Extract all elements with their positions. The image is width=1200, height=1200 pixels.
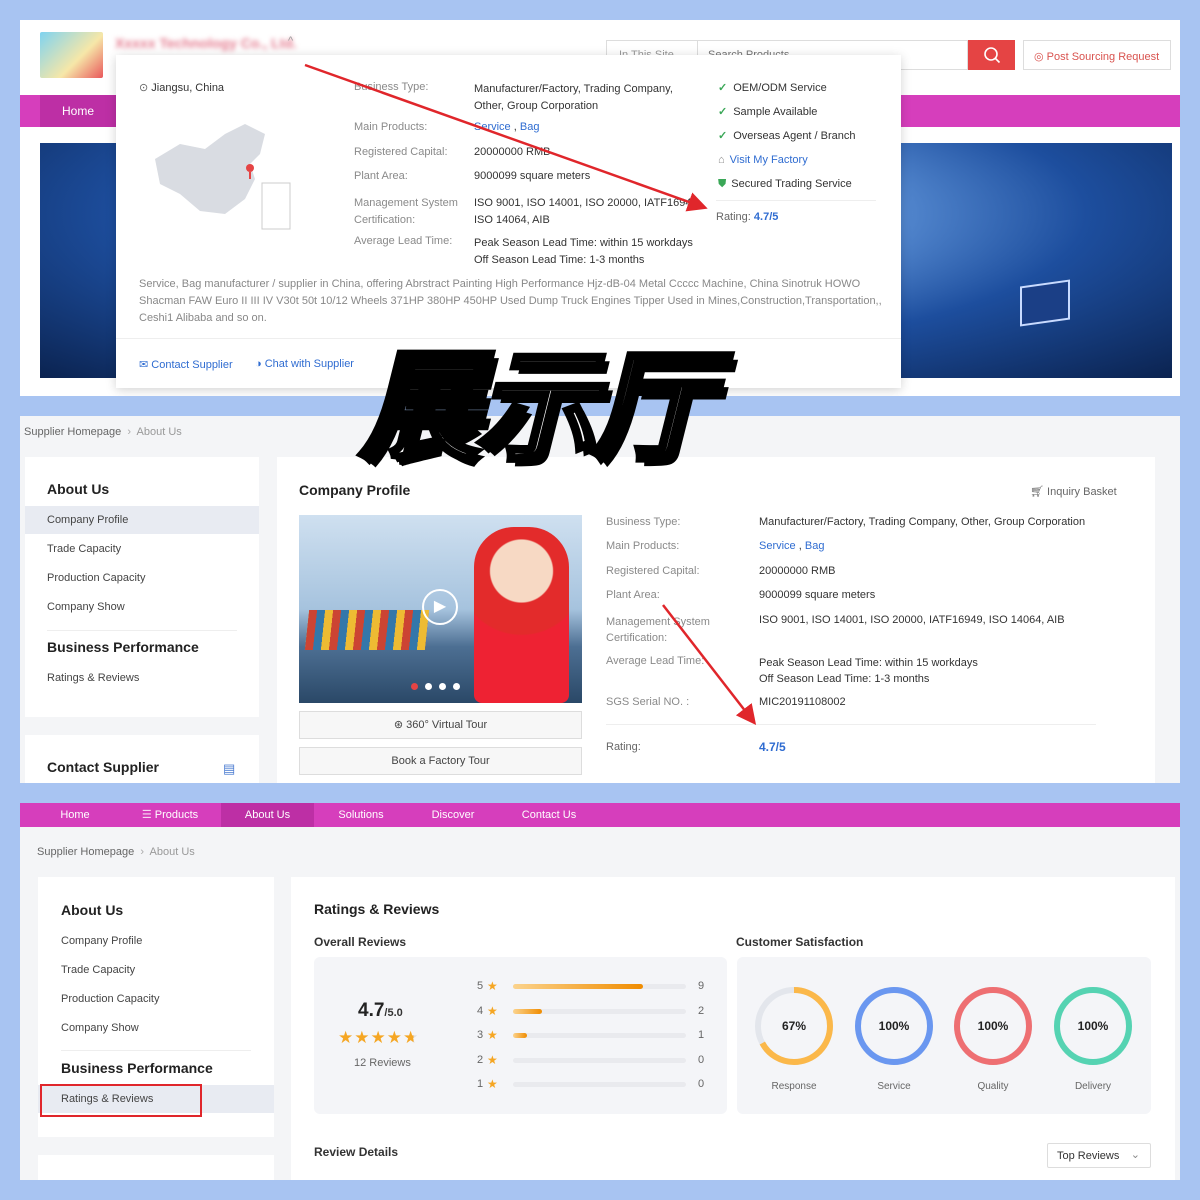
star-icon: ★ xyxy=(403,1028,419,1047)
rating-bar-track xyxy=(513,1057,686,1063)
star-icon: ★ xyxy=(487,1052,498,1067)
overall-reviews-box: 4.7/5.0 ★ ★ ★ ★ ★ 12 Reviews 5 ★ 9 4 ★ 2 3 ★ 1 2 ★ 0 1 ★ 0 xyxy=(314,957,727,1114)
score-max: /5.0 xyxy=(384,1007,403,1019)
sidebar-heading-performance: Business Performance xyxy=(61,1060,213,1076)
nav-products[interactable]: ☰ Products xyxy=(123,803,217,827)
rating-bar-fill xyxy=(513,1008,542,1014)
rating-count: 0 xyxy=(698,1078,705,1090)
nav-discover[interactable]: Discover xyxy=(406,803,500,827)
rating-bar-fill xyxy=(513,984,643,989)
nav-label: Products xyxy=(154,809,199,821)
nav-about-us[interactable]: About Us xyxy=(221,803,314,827)
rating-count: 9 xyxy=(698,980,705,992)
ring-percent: 67% xyxy=(781,1019,807,1033)
star-level-label: 5 xyxy=(477,980,484,992)
star-icon: ★ xyxy=(487,1003,498,1018)
star-icon: ★ xyxy=(370,1028,386,1047)
nav-contact-us[interactable]: Contact Us xyxy=(502,803,596,827)
sidebar-item-production-capacity[interactable]: Production Capacity xyxy=(38,985,274,1013)
breadcrumb-home[interactable]: Supplier Homepage xyxy=(37,846,134,858)
star-icon: ★ xyxy=(354,1028,370,1047)
rating-count: 2 xyxy=(698,1004,705,1017)
star-icon: ★ xyxy=(487,1077,498,1091)
rating-count: 1 xyxy=(698,1029,705,1041)
star-level-label: 1 xyxy=(477,1078,484,1090)
star-level-label: 2 xyxy=(477,1053,484,1066)
sidebar-item-company-show[interactable]: Company Show xyxy=(38,1014,274,1042)
menu-icon: ☰ xyxy=(141,809,155,821)
nav-solutions[interactable]: Solutions xyxy=(314,803,408,827)
ring-percent: 100% xyxy=(878,1019,910,1033)
ring-label: Response xyxy=(771,1081,817,1092)
rating-count: 0 xyxy=(698,1053,705,1066)
rating-bar-track xyxy=(513,1008,686,1014)
star-level-label: 4 xyxy=(477,1004,484,1017)
satisfaction-heading: Customer Satisfaction xyxy=(736,935,864,949)
star-icon: ★ xyxy=(487,979,498,993)
sidebar-heading-about: About Us xyxy=(61,902,124,918)
divider xyxy=(61,1050,251,1051)
ring-label: Quality xyxy=(977,1081,1009,1092)
breadcrumb: Supplier Homepage › About Us xyxy=(37,846,195,858)
nav-label: Discover xyxy=(431,809,475,821)
sort-select[interactable]: Top Reviews ⌄ xyxy=(1047,1143,1151,1168)
ratings-reviews-panel: Home ☰ Products About Us Solutions Discover C… xyxy=(20,803,1180,1180)
overall-reviews-heading: Overall Reviews xyxy=(314,935,407,949)
overall-score: 4.7/5.0 xyxy=(358,1000,403,1022)
star-icon: ★ xyxy=(338,1028,354,1047)
star-level-label: 3 xyxy=(477,1029,484,1041)
rating-bar-track xyxy=(513,1082,686,1087)
score: 4.7 xyxy=(358,1000,385,1021)
sidebar-item-company-profile[interactable]: Company Profile xyxy=(38,927,274,955)
nav-label: Contact Us xyxy=(521,809,577,821)
star-icon: ★ xyxy=(386,1028,402,1047)
review-details-heading: Review Details xyxy=(314,1145,399,1159)
star-rating: ★ ★ ★ ★ ★ xyxy=(338,1029,418,1046)
nav-label: Home xyxy=(60,809,90,821)
ring-percent: 100% xyxy=(1077,1019,1109,1033)
nav-label: Solutions xyxy=(338,809,384,821)
ring-label: Service xyxy=(877,1081,911,1092)
sort-select-value: Top Reviews xyxy=(1057,1150,1120,1162)
rating-bar-track xyxy=(513,984,686,989)
overlay-title: 展示厅 xyxy=(358,339,715,478)
chevron-down-icon: ⌄ xyxy=(1130,1149,1140,1161)
rating-bar-fill xyxy=(513,1033,528,1038)
satisfaction-box: 67% Response 100% Service 100% Quality 100% Del… xyxy=(737,957,1151,1114)
star-icon: ★ xyxy=(487,1028,498,1042)
ring-percent: 100% xyxy=(977,1019,1009,1033)
about-sidebar: About Us Company Profile Trade Capacity … xyxy=(38,877,274,1137)
page-title: Ratings & Reviews xyxy=(314,901,440,917)
highlight-box xyxy=(40,1084,202,1117)
sidebar-item-trade-capacity[interactable]: Trade Capacity xyxy=(38,956,274,984)
review-count: 12 Reviews xyxy=(354,1057,411,1069)
ring-label: Delivery xyxy=(1074,1081,1112,1092)
sidebar-card xyxy=(38,1155,274,1180)
nav-bar: Home ☰ Products About Us Solutions Discover C… xyxy=(20,803,1180,827)
breadcrumb-current: About Us xyxy=(149,846,195,858)
nav-label: About Us xyxy=(244,809,291,821)
nav-home[interactable]: Home xyxy=(28,803,122,827)
rating-bar-track xyxy=(513,1033,686,1038)
ratings-card: Ratings & Reviews Overall Reviews Custom… xyxy=(291,877,1175,1180)
